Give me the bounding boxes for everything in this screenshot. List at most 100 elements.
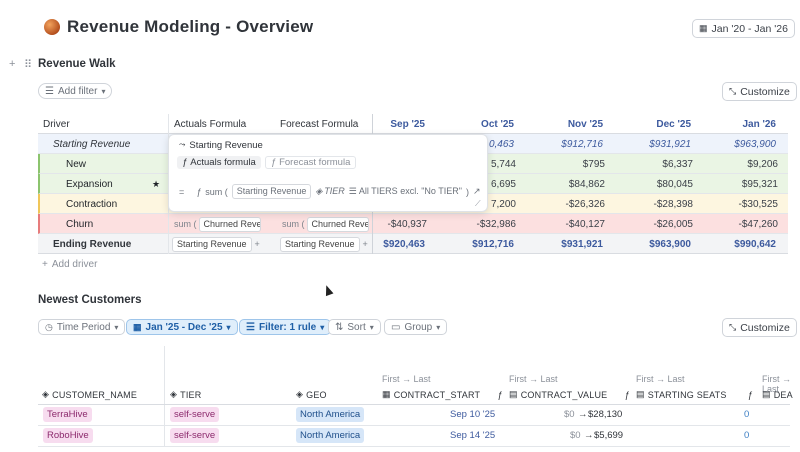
add-filter-button[interactable]: ☰ Add filter ▾: [38, 83, 113, 99]
calendar-icon: ▦: [699, 23, 708, 33]
col-deal[interactable]: ▤ DEA: [762, 389, 793, 400]
add-block-icon[interactable]: +: [9, 58, 15, 70]
plus-icon: +: [42, 259, 48, 270]
actuals-formula-cell[interactable]: Starting Revenue +: [172, 234, 260, 254]
driver-name: Churn: [66, 218, 94, 230]
value-cell[interactable]: $95,321: [708, 174, 778, 194]
date-range-filter[interactable]: ▦ Jan '25 - Dec '25 ▾: [126, 319, 238, 335]
col-customer-name[interactable]: ◈ CUSTOMER_NAME: [42, 389, 137, 400]
contract-start-value[interactable]: Sep 10 '25: [450, 409, 495, 420]
tier-tag[interactable]: self-serve: [170, 407, 220, 422]
value-cell[interactable]: -$40,937: [374, 214, 427, 234]
value-cell[interactable]: $84,862: [530, 174, 605, 194]
value-cell[interactable]: $963,900: [616, 234, 691, 254]
contract-value-to[interactable]: $28,130: [588, 409, 622, 420]
geo-tag[interactable]: North America: [296, 428, 365, 443]
value-cell[interactable]: -$40,127: [530, 214, 605, 234]
tab-forecast-formula[interactable]: ƒ Forecast formula: [264, 156, 357, 169]
add-driver-button[interactable]: + Add driver: [42, 259, 97, 270]
sort-button[interactable]: ⇅ Sort ▾: [328, 319, 381, 335]
star-icon[interactable]: ★: [152, 174, 160, 194]
col-contract-value[interactable]: ▤ CONTRACT_VALUE ƒ: [509, 389, 630, 400]
formula-popover[interactable]: ⤳ Starting Revenue ƒ Actuals formula ƒ F…: [168, 134, 488, 212]
value-cell[interactable]: -$30,525: [708, 194, 778, 214]
col-month-4[interactable]: Jan '26: [706, 114, 776, 134]
calendar-icon: ▦: [382, 389, 391, 399]
tier-tag[interactable]: self-serve: [170, 428, 220, 443]
starting-seats-value[interactable]: 0: [744, 430, 749, 441]
value-cell[interactable]: $9,206: [708, 154, 778, 174]
contract-value-to[interactable]: $5,699: [594, 430, 623, 441]
value-cell[interactable]: -$32,986: [440, 214, 516, 234]
contract-start-value[interactable]: Sep 14 '25: [450, 430, 495, 441]
col-starting-seats[interactable]: ▤ STARTING SEATS ƒ: [636, 389, 753, 400]
time-period-filter[interactable]: ◷ Time Period ▾: [38, 319, 126, 335]
col-geo[interactable]: ◈ GEO: [296, 389, 327, 400]
expand-arrow-icon[interactable]: ↗: [473, 186, 481, 197]
value-cell[interactable]: $920,463: [372, 234, 425, 254]
dimension-chip[interactable]: ◈ TIER: [315, 186, 344, 197]
formula-chip[interactable]: Starting Revenue: [172, 236, 252, 252]
sort-icon: ⇅: [335, 321, 344, 333]
formula-chip[interactable]: Churned Rever: [306, 216, 369, 232]
formula-chip[interactable]: Churned Revenu: [198, 216, 261, 232]
geo-tag[interactable]: North America: [296, 407, 365, 422]
value-cell[interactable]: $963,900: [706, 134, 776, 154]
function-icon: ƒ: [747, 389, 753, 400]
value-cell[interactable]: $912,716: [528, 134, 603, 154]
actuals-formula-cell[interactable]: sum ( Churned Revenu: [174, 214, 261, 234]
customer-name-tag[interactable]: RoboHive: [43, 428, 93, 443]
col-month-0[interactable]: Sep '25: [372, 114, 425, 134]
value-cell[interactable]: -$47,260: [708, 214, 778, 234]
table-row[interactable]: RoboHive self-serve North America Sep 14…: [38, 426, 790, 446]
driver-name: Ending Revenue: [53, 238, 132, 250]
equals-sign: =: [179, 186, 185, 197]
formula-editor[interactable]: = ƒ sum ( Starting Revenue ◈ TIER ☰ All …: [179, 184, 480, 199]
col-forecast-formula: Forecast Formula: [280, 118, 359, 130]
col-driver: Driver: [43, 118, 70, 130]
customize-button-customers[interactable]: ⤡ Customize: [722, 318, 797, 337]
value-cell[interactable]: -$26,326: [530, 194, 605, 214]
tab-actuals-formula[interactable]: ƒ Actuals formula: [177, 156, 261, 169]
customer-name-tag[interactable]: TerraHive: [43, 407, 92, 422]
col-month-1[interactable]: Oct '25: [438, 114, 514, 134]
value-cell[interactable]: $6,337: [618, 154, 693, 174]
forecast-formula-cell[interactable]: Starting Revenue +: [280, 234, 368, 254]
table-row-ending-revenue[interactable]: Ending Revenue Starting Revenue + Starti…: [38, 234, 788, 254]
starting-seats-value[interactable]: 0: [744, 409, 749, 420]
col-contract-start[interactable]: ▦ CONTRACT_START ƒ: [382, 389, 502, 400]
chevron-down-icon: ▾: [320, 322, 325, 332]
table-row[interactable]: TerraHive self-serve North America Sep 1…: [38, 405, 790, 425]
resize-handle-icon[interactable]: ⟋: [475, 199, 481, 209]
value-cell[interactable]: -$28,398: [618, 194, 693, 214]
chevron-down-icon: ▾: [226, 322, 231, 332]
function-icon: ƒ: [624, 389, 630, 400]
group-button[interactable]: ▭ Group ▾: [384, 319, 448, 335]
filter-chip[interactable]: ☰ All TIERS excl. "No TIER": [349, 186, 462, 197]
customize-button[interactable]: ⤡ Customize: [722, 82, 797, 101]
rule-filter[interactable]: ☰ Filter: 1 rule ▾: [239, 319, 332, 335]
value-cell[interactable]: -$26,005: [618, 214, 693, 234]
table-row-churn[interactable]: Churn sum ( Churned Revenu sum ( Churned…: [38, 214, 788, 234]
forecast-formula-cell[interactable]: sum ( Churned Rever: [282, 214, 369, 234]
col-month-2[interactable]: Nov '25: [528, 114, 603, 134]
drag-handle-icon[interactable]: ⠿: [24, 58, 32, 71]
formula-driver-chip[interactable]: Starting Revenue: [231, 184, 312, 199]
column-label: CONTRACT_VALUE: [520, 389, 608, 400]
filter-label: All TIERS excl. "No TIER": [358, 186, 462, 196]
mouse-cursor-icon: [322, 283, 334, 297]
close-paren: ): [465, 186, 469, 197]
col-tier[interactable]: ◈ TIER: [170, 389, 201, 400]
value-cell[interactable]: $80,045: [618, 174, 693, 194]
column-label: STARTING SEATS: [647, 389, 727, 400]
formula-chip[interactable]: Starting Revenue: [280, 236, 360, 252]
value-cell[interactable]: $795: [530, 154, 605, 174]
value-cell[interactable]: $990,642: [706, 234, 776, 254]
driver-name: Expansion: [66, 178, 113, 190]
filter-icon: ☰: [348, 186, 357, 196]
col-month-3[interactable]: Dec '25: [616, 114, 691, 134]
value-cell[interactable]: $912,716: [438, 234, 514, 254]
date-range-picker[interactable]: ▦ Jan '20 - Jan '26: [692, 19, 795, 38]
value-cell[interactable]: $931,921: [528, 234, 603, 254]
value-cell[interactable]: $931,921: [616, 134, 691, 154]
